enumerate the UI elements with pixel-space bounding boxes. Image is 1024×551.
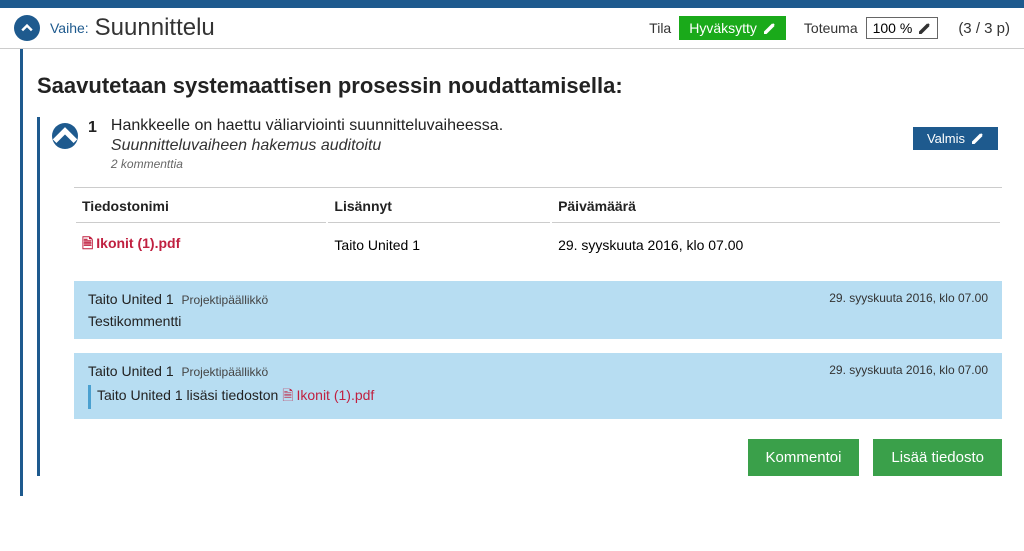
page-count: (3 / 3 p) — [958, 20, 1010, 37]
file-link[interactable]: 🗎Ikonit (1).pdf — [282, 387, 374, 403]
progress-value: 100 % — [873, 20, 913, 36]
done-label: Valmis — [927, 131, 965, 146]
comment-author: Taito United 1 — [88, 363, 174, 379]
pencil-icon — [763, 22, 776, 35]
task-title: Hankkeelle on haettu väliarviointi suunn… — [111, 117, 903, 135]
pencil-icon — [971, 132, 984, 145]
comment-body: Testikommentti — [88, 313, 988, 329]
pencil-icon — [918, 22, 931, 35]
progress-box[interactable]: 100 % — [866, 17, 939, 39]
comment-role: Projektipäällikkö — [182, 293, 269, 307]
table-row: 🗎Ikonit (1).pdf Taito United 1 29. syysk… — [76, 225, 1000, 265]
file-name: Ikonit (1).pdf — [96, 235, 180, 251]
task-collapse-button[interactable] — [52, 123, 78, 149]
file-header-date: Päivämäärä — [552, 190, 1000, 223]
phase-collapse-button[interactable] — [14, 15, 40, 41]
file-header-name: Tiedostonimi — [76, 190, 326, 223]
comment-file-name: Ikonit (1).pdf — [296, 387, 374, 403]
file-date: 29. syyskuuta 2016, klo 07.00 — [552, 225, 1000, 265]
file-header-added-by: Lisännyt — [328, 190, 550, 223]
file-icon: 🗎 — [82, 235, 93, 251]
status-badge[interactable]: Hyväksytty — [679, 16, 786, 40]
file-icon: 🗎 — [282, 387, 293, 403]
comment-card: Taito United 1 Projektipäällikkö 29. syy… — [74, 353, 1002, 419]
task-subtitle: Suunnitteluvaiheen hakemus auditoitu — [111, 137, 903, 155]
chevron-up-icon — [21, 22, 33, 34]
task-header: 1 Hankkeelle on haettu väliarviointi suu… — [40, 117, 1016, 179]
toteuma-label: Toteuma — [804, 20, 858, 36]
comment-date: 29. syyskuuta 2016, klo 07.00 — [829, 363, 988, 377]
section-title: Saavutetaan systemaattisen prosessin nou… — [23, 49, 1016, 117]
comment-card: Taito United 1 Projektipäällikkö 29. syy… — [74, 281, 1002, 339]
file-table: Tiedostonimi Lisännyt Päivämäärä 🗎Ikonit… — [74, 187, 1002, 267]
phase-label: Vaihe: — [50, 20, 89, 36]
action-row: Kommentoi Lisää tiedosto — [74, 439, 1002, 476]
status-label: Tila — [649, 20, 671, 36]
file-link[interactable]: 🗎Ikonit (1).pdf — [82, 235, 180, 251]
comment-role: Projektipäällikkö — [182, 365, 269, 379]
chevron-up-icon — [52, 123, 78, 149]
task-block: 1 Hankkeelle on haettu väliarviointi suu… — [37, 117, 1016, 476]
task-comment-count: 2 kommenttia — [111, 157, 903, 171]
file-added-by: Taito United 1 — [328, 225, 550, 265]
phase-name: Suunnittelu — [95, 14, 215, 42]
comment-button[interactable]: Kommentoi — [748, 439, 860, 476]
top-bar — [0, 0, 1024, 8]
task-number: 1 — [88, 119, 97, 137]
phase-header: Vaihe: Suunnittelu Tila Hyväksytty Toteu… — [0, 8, 1024, 49]
comment-author: Taito United 1 — [88, 291, 174, 307]
comment-body: Taito United 1 lisäsi tiedoston 🗎Ikonit … — [88, 385, 988, 409]
comment-date: 29. syyskuuta 2016, klo 07.00 — [829, 291, 988, 305]
status-value: Hyväksytty — [689, 20, 757, 36]
add-file-button[interactable]: Lisää tiedosto — [873, 439, 1002, 476]
comment-body-prefix: Taito United 1 lisäsi tiedoston — [97, 387, 282, 403]
task-done-badge[interactable]: Valmis — [913, 127, 998, 150]
